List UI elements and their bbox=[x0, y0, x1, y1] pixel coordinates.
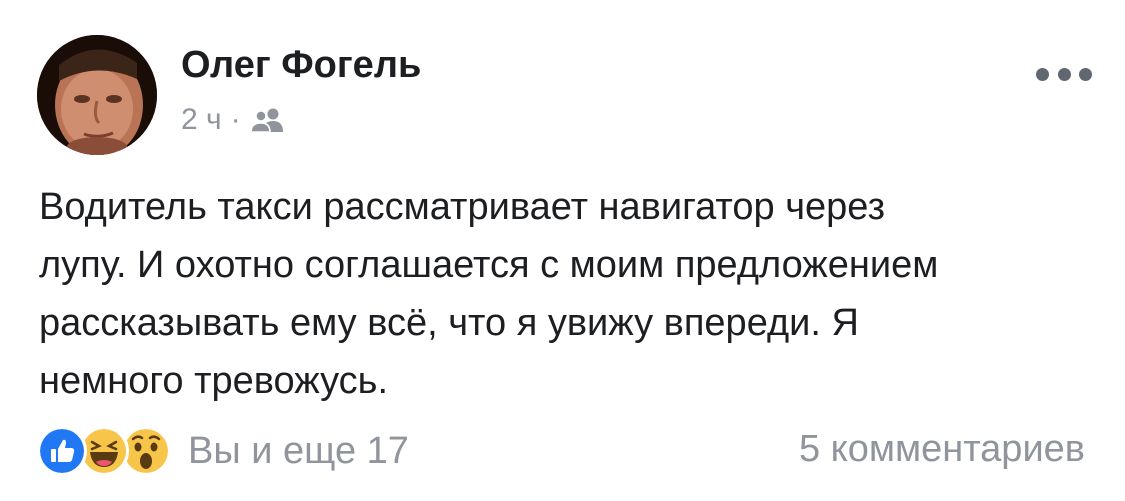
ellipsis-dot bbox=[1036, 67, 1049, 81]
post-text-line: немного тревожусь. bbox=[39, 360, 388, 402]
like-reaction-icon bbox=[37, 426, 87, 476]
meta-separator: · bbox=[230, 103, 241, 136]
feed-post: Олег Фогель 2 ч · Водитель такси рассмат… bbox=[0, 0, 1125, 501]
post-text-line: лупу. И охотно соглашается с моим предло… bbox=[39, 244, 939, 286]
post-text-line: рассказывать ему всё, что я увижу вперед… bbox=[39, 302, 859, 344]
comments-count-link[interactable]: 5 комментариев bbox=[799, 428, 1085, 471]
post-timestamp[interactable]: 2 ч bbox=[181, 103, 222, 137]
reactions-text: Вы и еще 17 bbox=[188, 429, 409, 472]
author-avatar[interactable] bbox=[37, 35, 157, 155]
ellipsis-icon[interactable] bbox=[1036, 62, 1092, 86]
friends-icon[interactable] bbox=[249, 107, 285, 133]
reactions-summary[interactable]: Вы и еще 17 bbox=[37, 426, 409, 476]
post-meta: 2 ч · bbox=[181, 103, 285, 137]
author-name[interactable]: Олег Фогель bbox=[181, 44, 421, 87]
ellipsis-dot bbox=[1057, 67, 1071, 81]
reaction-icons bbox=[37, 426, 171, 476]
post-text: Водитель такси рассматривает навигатор ч… bbox=[39, 178, 1099, 410]
post-text-line: Водитель такси рассматривает навигатор ч… bbox=[39, 186, 886, 228]
ellipsis-dot bbox=[1079, 67, 1092, 81]
